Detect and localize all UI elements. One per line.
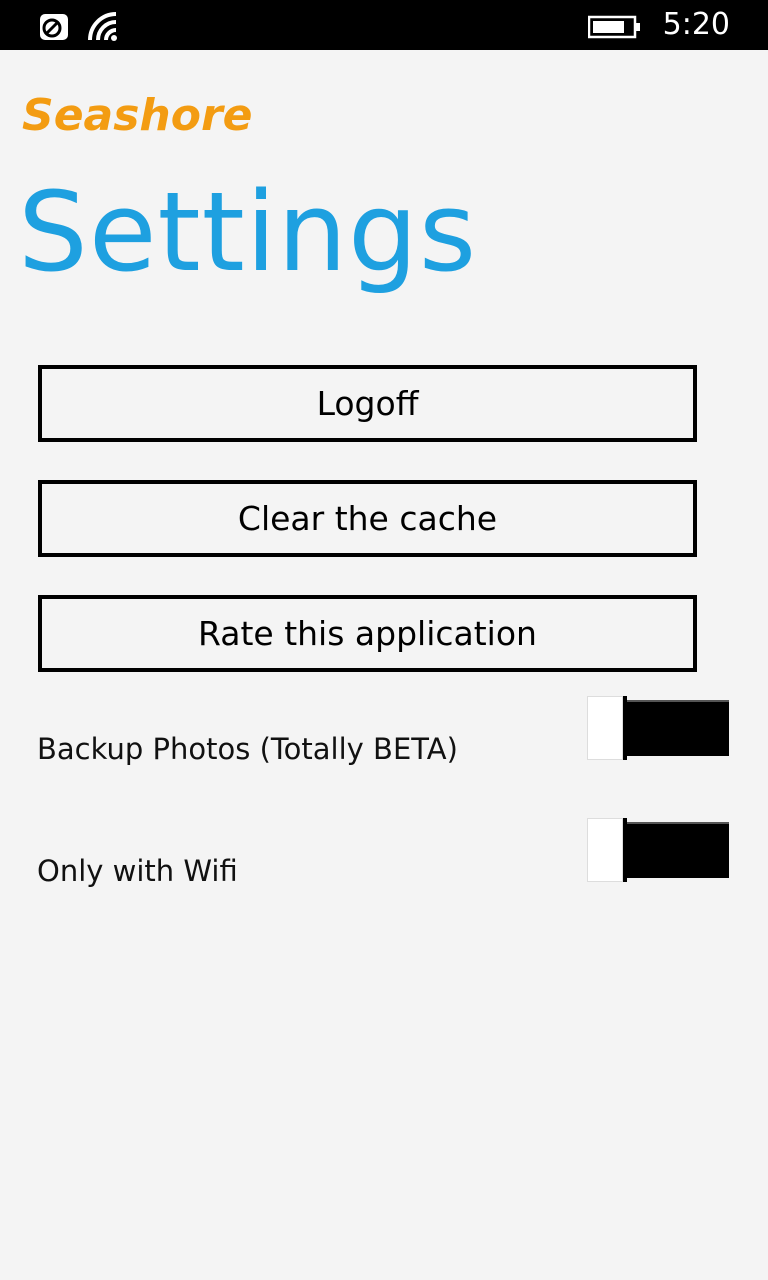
battery-icon bbox=[588, 15, 640, 39]
backup-photos-row: Backup Photos (Totally BETA) bbox=[0, 696, 768, 766]
toggle-track bbox=[621, 822, 729, 878]
nfc-icon bbox=[40, 14, 68, 40]
toggle-knob bbox=[587, 818, 623, 882]
rate-app-button[interactable]: Rate this application bbox=[38, 595, 697, 672]
toggle-knob bbox=[587, 696, 623, 760]
wifi-signal-icon bbox=[88, 12, 117, 41]
clock: 5:20 bbox=[662, 7, 730, 42]
app-title: Seashore bbox=[22, 90, 253, 141]
logoff-button[interactable]: Logoff bbox=[38, 365, 697, 442]
backup-photos-toggle[interactable] bbox=[587, 696, 729, 760]
only-wifi-row: Only with Wifi bbox=[0, 818, 768, 888]
only-wifi-label: Only with Wifi bbox=[37, 854, 238, 888]
only-wifi-toggle[interactable] bbox=[587, 818, 729, 882]
clear-cache-button[interactable]: Clear the cache bbox=[38, 480, 697, 557]
backup-photos-label: Backup Photos (Totally BETA) bbox=[37, 732, 458, 766]
toggle-track bbox=[621, 700, 729, 756]
page-title: Settings bbox=[18, 168, 478, 296]
status-bar: 5:20 bbox=[0, 0, 768, 50]
